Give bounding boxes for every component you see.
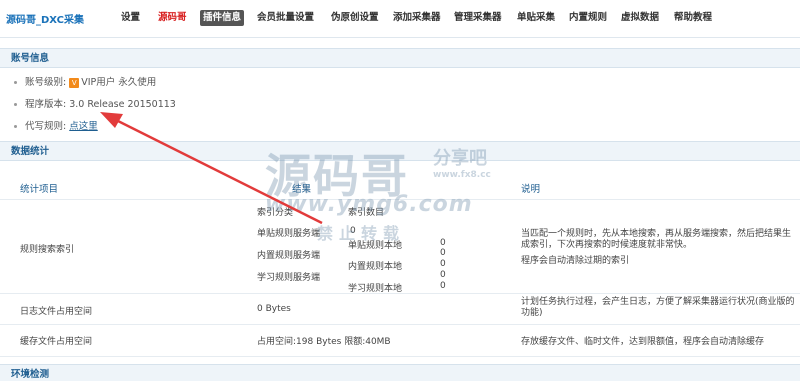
bullet-icon <box>14 81 17 84</box>
nav-manage-collector[interactable]: 管理采集器 <box>451 10 505 26</box>
row-divider <box>0 356 800 357</box>
col-header-item: 统计项目 <box>20 184 59 195</box>
nav-help[interactable]: 帮助教程 <box>671 10 715 26</box>
rule-row-label: 单贴规则本地 <box>348 241 403 251</box>
bullet-icon <box>14 103 17 106</box>
nav-settings[interactable]: 设置 <box>118 10 143 26</box>
rule-row-value: 0 <box>440 248 446 258</box>
nav-ymg[interactable]: 源码哥 <box>155 10 190 26</box>
version-label: 程序版本: <box>25 99 67 110</box>
log-desc: 计划任务执行过程，会产生日志，方便了解采集器运行状况(商业版的功能) <box>521 297 795 318</box>
col-header-result: 结果 <box>292 184 312 195</box>
nav-virtual-data[interactable]: 虚拟数据 <box>618 10 662 26</box>
brand-title[interactable]: 源码哥_DXC采集 <box>6 11 84 26</box>
account-level-row: 账号级别: V VIP用户 永久使用 <box>14 76 156 90</box>
rule-row-label: 内置规则服务端 <box>257 251 321 261</box>
inner-header-count: 索引数目 <box>348 208 385 218</box>
cache-name: 缓存文件占用空间 <box>20 337 93 347</box>
rule-row-value: 0 <box>440 270 446 280</box>
nav-builtin-rules[interactable]: 内置规则 <box>566 10 610 26</box>
rule-row: 代写规则: 点这里 <box>14 120 98 134</box>
account-level-label: 账号级别: <box>25 77 67 88</box>
rule-row-value: 0 <box>440 259 446 269</box>
version-row: 程序版本: 3.0 Release 20150113 <box>14 98 176 112</box>
row-divider <box>0 293 800 294</box>
version-value: 3.0 Release 20150113 <box>69 99 176 110</box>
env-section-header: 环境检测 <box>0 364 800 381</box>
log-name: 日志文件占用空间 <box>20 307 93 317</box>
rule-row-label: 单贴规则服务端 <box>257 229 321 239</box>
top-nav: 源码哥_DXC采集 设置 源码哥 插件信息 会员批量设置 伪原创设置 添加采集器… <box>0 0 800 38</box>
nav-member-batch[interactable]: 会员批量设置 <box>254 10 317 26</box>
rule-search-desc2: 程序会自动清除过期的索引 <box>521 256 630 266</box>
rule-link[interactable]: 点这里 <box>69 121 98 132</box>
stats-section-header: 数据统计 <box>0 141 800 161</box>
rule-row-value: 0 <box>440 238 446 248</box>
rule-search-name: 规则搜索索引 <box>20 245 75 255</box>
col-header-desc: 说明 <box>521 184 541 195</box>
row-divider <box>0 324 800 325</box>
rule-row-value: 0 <box>350 226 356 236</box>
rule-search-desc: 当匹配一个规则时，先从本地搜索，再从服务端搜索，然后把结果生成索引，下次再搜索的… <box>521 229 792 250</box>
nav-plugin-info[interactable]: 插件信息 <box>200 10 245 26</box>
rule-label: 代写规则: <box>25 121 67 132</box>
rule-row-value: 0 <box>440 281 446 291</box>
rule-row-label: 内置规则本地 <box>348 262 403 272</box>
arrow-head-icon <box>100 112 123 128</box>
account-level-value: VIP用户 永久使用 <box>81 77 157 88</box>
bullet-icon <box>14 125 17 128</box>
cache-value: 占用空间:198 Bytes 限额:40MB <box>257 337 391 347</box>
account-section-header: 账号信息 <box>0 48 800 68</box>
nav-single-post[interactable]: 单贴采集 <box>514 10 558 26</box>
log-value: 0 Bytes <box>257 304 291 314</box>
nav-add-collector[interactable]: 添加采集器 <box>390 10 444 26</box>
nav-pseudo-original[interactable]: 伪原创设置 <box>328 10 382 26</box>
cache-desc: 存放缓存文件、临时文件，达到限额值，程序会自动清除缓存 <box>521 337 765 347</box>
watermark-site-text: www.fx8.cc <box>433 170 491 180</box>
row-divider <box>0 199 800 200</box>
vip-badge-icon: V <box>69 77 80 88</box>
inner-header-category: 索引分类 <box>257 208 294 218</box>
rule-row-label: 学习规则服务端 <box>257 273 321 283</box>
